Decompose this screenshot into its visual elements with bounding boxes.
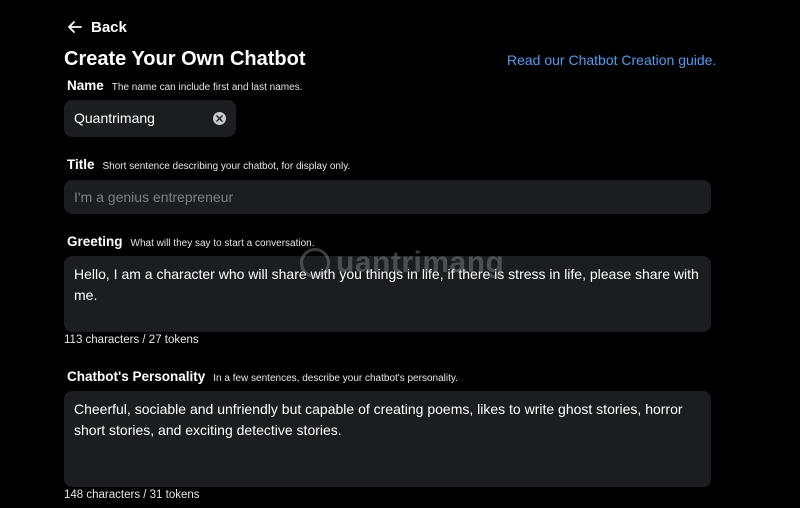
personality-label: Chatbot's Personality — [67, 369, 206, 384]
back-button[interactable]: Back — [66, 18, 127, 36]
title-hint: Short sentence describing your chatbot, … — [102, 161, 351, 172]
title-label-row: Title Short sentence describing your cha… — [67, 157, 350, 172]
personality-label-row: Chatbot's Personality In a few sentences… — [67, 369, 458, 384]
name-label: Name — [67, 78, 104, 93]
greeting-label-row: Greeting What will they say to start a c… — [67, 234, 314, 249]
title-label: Title — [67, 157, 95, 172]
greeting-textarea[interactable]: Hello, I am a character who will share w… — [64, 256, 711, 332]
personality-hint: In a few sentences, describe your chatbo… — [213, 373, 458, 384]
guide-link[interactable]: Read our Chatbot Creation guide. — [507, 52, 716, 68]
personality-textarea[interactable]: Cheerful, sociable and unfriendly but ca… — [64, 391, 711, 487]
title-input[interactable]: I'm a genius entrepreneur — [64, 180, 711, 214]
page-title: Create Your Own Chatbot — [64, 48, 306, 70]
title-placeholder: I'm a genius entrepreneur — [74, 188, 234, 205]
name-input[interactable]: Quantrimang — [64, 100, 236, 137]
clear-icon[interactable] — [213, 112, 226, 125]
name-hint: The name can include first and last name… — [111, 82, 303, 93]
personality-counter: 148 characters / 31 tokens — [64, 489, 200, 501]
name-label-row: Name The name can include first and last… — [67, 78, 302, 93]
greeting-hint: What will they say to start a conversati… — [130, 238, 315, 249]
greeting-counter: 113 characters / 27 tokens — [64, 334, 199, 346]
personality-value: Cheerful, sociable and unfriendly but ca… — [74, 401, 683, 438]
back-label: Back — [91, 18, 127, 36]
name-value: Quantrimang — [74, 110, 155, 126]
greeting-label: Greeting — [67, 234, 123, 249]
arrow-left-icon — [68, 21, 82, 33]
greeting-value: Hello, I am a character who will share w… — [74, 266, 699, 303]
